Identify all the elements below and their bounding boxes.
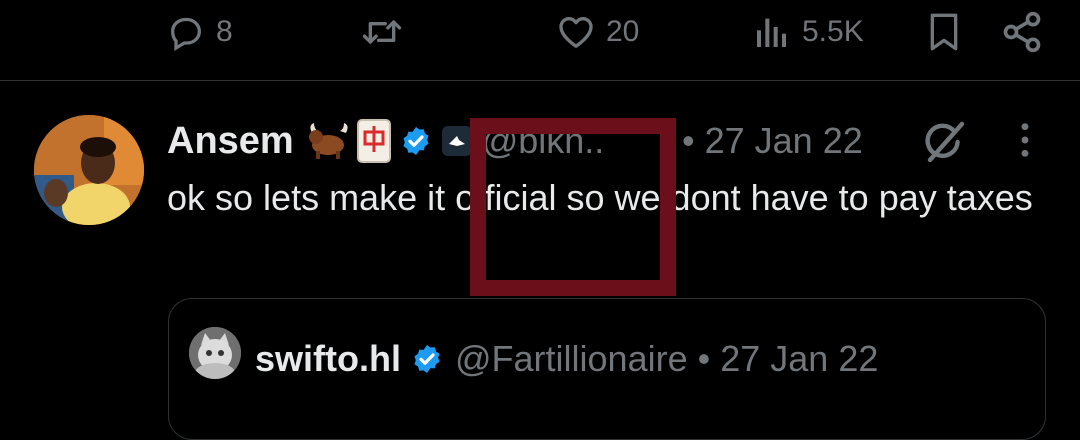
share-icon	[1003, 11, 1041, 53]
quoted-author-avatar	[189, 327, 241, 379]
author-emojis	[306, 118, 392, 164]
quoted-separator-dot: •	[697, 338, 711, 379]
author-handle[interactable]: @blkn..	[482, 120, 605, 162]
tweet-action-bar: 8 20 5.5K	[0, 0, 1080, 80]
tweet-date[interactable]: 27 Jan 22	[705, 120, 863, 162]
quoted-header: swifto.hl @Fartillionaire • 27 Jan 22	[255, 335, 878, 383]
more-options-button[interactable]	[1010, 120, 1040, 165]
like-button[interactable]: 20	[556, 10, 639, 54]
view-count: 5.5K	[802, 15, 864, 48]
tweet-meta: • 27 Jan 22	[682, 116, 863, 166]
cat-avatar-photo	[189, 327, 241, 379]
quoted-author-handle: @Fartillionaire	[455, 338, 688, 379]
bookmark-button[interactable]	[924, 10, 964, 54]
share-button[interactable]	[1000, 10, 1044, 54]
quoted-date: 27 Jan 22	[720, 338, 879, 379]
bull-icon	[308, 123, 348, 159]
quoted-author-name: swifto.hl	[255, 338, 401, 379]
more-vertical-icon	[1021, 123, 1029, 157]
reply-icon	[170, 17, 202, 51]
heart-icon	[559, 17, 593, 48]
views-button[interactable]: 5.5K	[752, 10, 864, 54]
quoted-verified-badge-icon	[411, 343, 443, 375]
verified-badge-icon	[400, 125, 432, 157]
mahjong-tile-icon	[356, 119, 391, 163]
author-avatar[interactable]	[34, 115, 144, 225]
divider	[0, 80, 1080, 81]
reply-button[interactable]: 8	[166, 10, 233, 54]
views-chart-icon	[757, 18, 786, 47]
grok-icon	[925, 121, 965, 163]
tweet-text: ok so lets make it official so we dont h…	[167, 177, 1033, 218]
retweet-button[interactable]	[360, 10, 414, 54]
reply-count: 8	[216, 15, 233, 48]
author-name[interactable]: Ansem	[167, 120, 294, 163]
bookmark-icon	[930, 13, 958, 51]
affiliation-badge-icon	[441, 126, 472, 156]
quoted-tweet-card[interactable]: swifto.hl @Fartillionaire • 27 Jan 22	[168, 298, 1046, 440]
like-count: 20	[606, 15, 640, 48]
separator-dot: •	[682, 120, 695, 161]
tweet-header: Ansem @blkn..	[167, 116, 604, 166]
grok-button[interactable]	[920, 118, 968, 171]
avatar-photo	[34, 115, 144, 225]
retweet-icon	[362, 20, 402, 44]
